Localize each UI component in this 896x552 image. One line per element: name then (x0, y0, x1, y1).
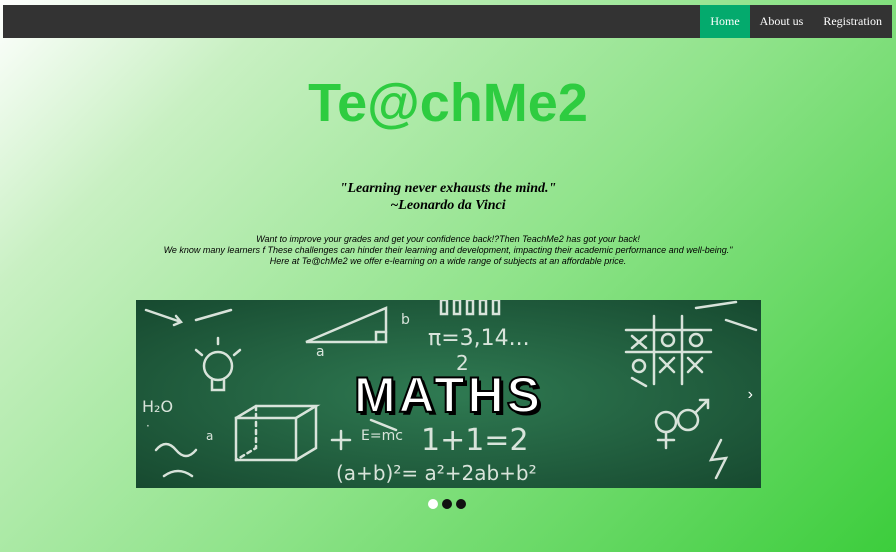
slide-dot-2[interactable] (442, 499, 452, 509)
chalk-formula-text: (a+b)²= a²+2ab+b² (336, 461, 537, 485)
slide-dot-3[interactable] (456, 499, 466, 509)
intro-text: Want to improve your grades and get your… (0, 234, 896, 267)
chalk-pi-text: π=3,14... (428, 326, 530, 351)
svg-text:b: b (401, 312, 410, 328)
slide-dot-1[interactable] (428, 499, 438, 509)
chalk-sum-text: 1+1=2 (421, 423, 529, 458)
svg-text:a: a (206, 429, 213, 443)
chevron-right-icon[interactable]: › (748, 386, 753, 404)
nav-link-registration[interactable]: Registration (813, 5, 892, 38)
quote-text: "Learning never exhausts the mind." (339, 181, 557, 196)
top-navbar: Home About us Registration (3, 5, 892, 38)
intro-line: Want to improve your grades and get your… (256, 234, 640, 244)
quote-author: ~Leonardo da Vinci (390, 198, 506, 213)
chalk-emc-text: E=mc (361, 428, 403, 444)
slideshow: π=3,14... 1+1=2 (a+b)²= a²+2ab+b² H₂O E=… (136, 300, 761, 488)
slide-caption: MATHS (353, 366, 544, 424)
nav-link-about-us[interactable]: About us (750, 5, 814, 38)
quote-block: "Learning never exhausts the mind." ~Leo… (0, 180, 896, 214)
nav-link-home[interactable]: Home (700, 5, 750, 38)
intro-line: Here at Te@chMe2 we offer e-learning on … (269, 256, 627, 266)
slide-dots (428, 499, 466, 509)
svg-text:a: a (316, 344, 325, 360)
site-title: Te@chMe2 (308, 73, 588, 133)
intro-line: We know many learners f These challenges… (163, 245, 733, 255)
